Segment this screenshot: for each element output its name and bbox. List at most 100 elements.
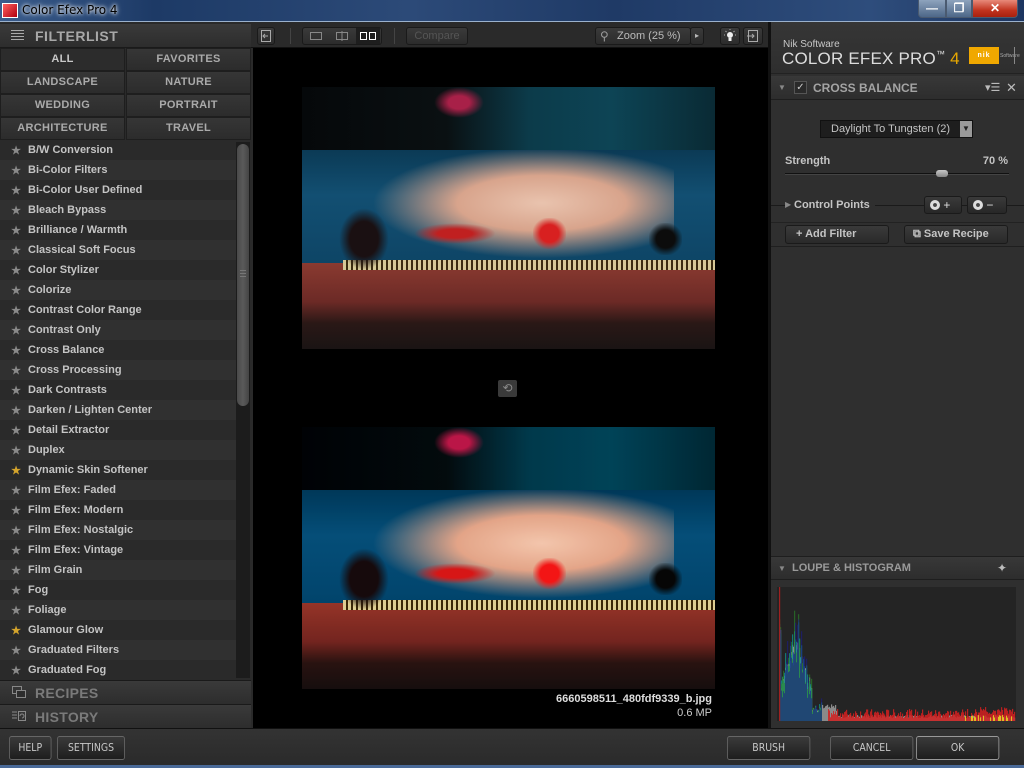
add-control-point-button[interactable]: + [924,196,962,214]
filter-list-item[interactable]: ★ Contrast Color Range [0,300,236,320]
maximize-button[interactable]: ❐ [946,0,972,18]
category-favorites[interactable]: FAVORITES [126,48,251,71]
expand-triangle-icon[interactable]: ▶ [785,200,795,209]
star-icon[interactable]: ★ [0,304,28,317]
filter-list-item[interactable]: ★ Colorize [0,280,236,300]
filter-enable-checkbox[interactable]: ✓ [794,81,807,94]
filter-list-item[interactable]: ★ Fog [0,580,236,600]
filter-list-item[interactable]: ★ Duplex [0,440,236,460]
category-all[interactable]: ALL [0,48,125,71]
strength-slider-track[interactable] [785,173,1009,175]
filter-menu-icon[interactable]: ▾☰ [985,81,1000,94]
category-travel[interactable]: TRAVEL [126,117,251,140]
filter-list-item[interactable]: ★ Contrast Only [0,320,236,340]
star-icon[interactable]: ★ [0,224,28,237]
star-icon[interactable]: ★ [0,604,28,617]
star-icon[interactable]: ★ [0,504,28,517]
preset-dropdown[interactable]: Daylight To Tungsten (2) [820,120,973,138]
collapse-triangle-icon[interactable]: ▼ [778,564,786,573]
favorite-star-icon[interactable]: ★ [0,624,28,637]
filter-list-item[interactable]: ★ Cross Processing [0,360,236,380]
filter-list-item[interactable]: ★ Cross Balance [0,340,236,360]
filter-list-item[interactable]: ★ Graduated Fog [0,660,236,680]
collapse-left-panel-button[interactable] [257,27,275,45]
split-view-button[interactable] [330,28,354,44]
favorite-star-icon[interactable]: ★ [0,464,28,477]
collapse-right-panel-button[interactable] [743,27,763,45]
star-icon[interactable]: ★ [0,644,28,657]
star-icon[interactable]: ★ [0,584,28,597]
star-icon[interactable]: ★ [0,484,28,497]
star-icon[interactable]: ★ [0,524,28,537]
swap-previews-button[interactable]: ⟲ [498,380,517,397]
pin-icon[interactable]: ✦ [997,561,1007,575]
filter-list-item[interactable]: ★ Foliage [0,600,236,620]
filtered-image-preview[interactable] [302,427,715,689]
star-icon[interactable]: ★ [0,344,28,357]
histogram[interactable] [777,587,1016,721]
filter-list-item[interactable]: ★ Bi-Color User Defined [0,180,236,200]
single-view-button[interactable] [304,28,328,44]
category-architecture[interactable]: ARCHITECTURE [0,117,125,140]
filter-list-item[interactable]: ★ B/W Conversion [0,140,236,160]
help-button[interactable]: HELP [9,736,52,760]
star-icon[interactable]: ★ [0,144,28,157]
star-icon[interactable]: ★ [0,164,28,177]
filter-list-item[interactable]: ★ Darken / Lighten Center [0,400,236,420]
filter-list-item[interactable]: ★ Glamour Glow [0,620,236,640]
filter-list-item[interactable]: ★ Film Efex: Nostalgic [0,520,236,540]
background-brightness-button[interactable] [720,27,740,45]
brush-button[interactable]: BRUSH [727,736,811,760]
filter-list-item[interactable]: ★ Film Grain [0,560,236,580]
filter-list-item[interactable]: ★ Film Efex: Modern [0,500,236,520]
filter-list-item[interactable]: ★ Film Efex: Faded [0,480,236,500]
star-icon[interactable]: ★ [0,444,28,457]
star-icon[interactable]: ★ [0,664,28,677]
zoom-menu-arrow[interactable]: ▸ [690,27,704,45]
category-landscape[interactable]: LANDSCAPE [0,71,125,94]
save-recipe-button[interactable]: ⧉ Save Recipe [904,225,1008,244]
filter-list-item[interactable]: ★ Bleach Bypass [0,200,236,220]
settings-button[interactable]: SETTINGS [57,736,125,760]
filter-list-item[interactable]: ★ Classical Soft Focus [0,240,236,260]
filter-list-item[interactable]: ★ Dark Contrasts [0,380,236,400]
compare-button[interactable]: Compare [406,27,468,45]
remove-filter-icon[interactable]: ✕ [1006,80,1017,96]
side-by-side-view-button[interactable] [356,28,380,44]
star-icon[interactable]: ★ [0,564,28,577]
star-icon[interactable]: ★ [0,264,28,277]
close-window-button[interactable]: ✕ [972,0,1018,18]
filter-list-item[interactable]: ★ Dynamic Skin Softener [0,460,236,480]
star-icon[interactable]: ★ [0,284,28,297]
control-points-label[interactable]: Control Points [794,199,875,211]
minimize-button[interactable]: — [918,0,946,18]
star-icon[interactable]: ★ [0,384,28,397]
filter-list-item[interactable]: ★ Brilliance / Warmth [0,220,236,240]
dropdown-arrow-icon[interactable]: ▼ [960,121,972,137]
star-icon[interactable]: ★ [0,404,28,417]
filter-list-item[interactable]: ★ Bi-Color Filters [0,160,236,180]
original-image-preview[interactable] [302,87,715,349]
category-portrait[interactable]: PORTRAIT [126,94,251,117]
remove-control-point-button[interactable]: − [967,196,1007,214]
collapse-triangle-icon[interactable]: ▼ [778,83,786,92]
star-icon[interactable]: ★ [0,364,28,377]
cancel-button[interactable]: CANCEL [830,736,914,760]
ok-button[interactable]: OK [916,736,1000,760]
star-icon[interactable]: ★ [0,204,28,217]
window-title-bar[interactable] [0,0,1024,22]
filter-list-item[interactable]: ★ Graduated Filters [0,640,236,660]
star-icon[interactable]: ★ [0,184,28,197]
add-filter-button[interactable]: + Add Filter [785,225,889,244]
filter-list-item[interactable]: ★ Detail Extractor [0,420,236,440]
star-icon[interactable]: ★ [0,244,28,257]
filter-list-item[interactable]: ★ Film Efex: Vintage [0,540,236,560]
zoom-control[interactable]: ⚲ Zoom (25 %) [595,27,691,45]
star-icon[interactable]: ★ [0,544,28,557]
star-icon[interactable]: ★ [0,424,28,437]
star-icon[interactable]: ★ [0,324,28,337]
strength-slider-thumb[interactable] [935,170,948,177]
category-wedding[interactable]: WEDDING [0,94,125,117]
filter-list-item[interactable]: ★ Color Stylizer [0,260,236,280]
category-nature[interactable]: NATURE [126,71,251,94]
